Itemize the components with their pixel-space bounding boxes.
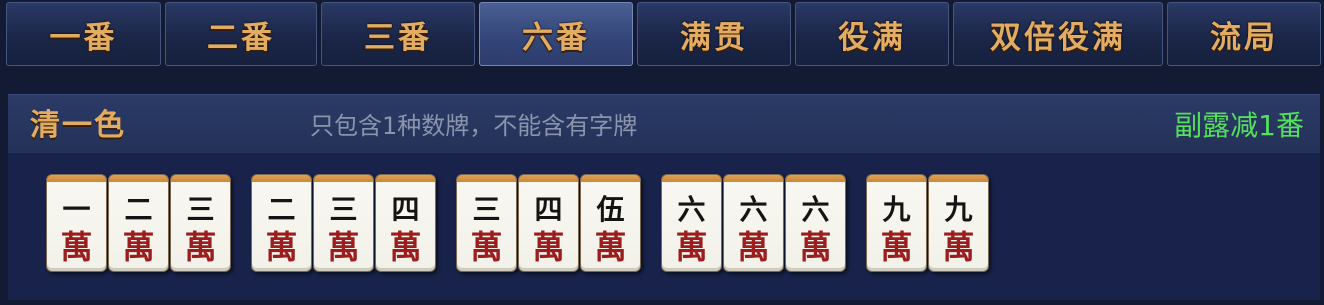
tile-suit: 萬 — [122, 228, 155, 266]
yaku-description: 只包含1种数牌，不能含有字牌 — [310, 112, 638, 140]
tile-number: 六 — [801, 193, 830, 226]
tile-number: 三 — [472, 193, 501, 226]
tile-suit: 萬 — [327, 228, 360, 266]
mahjong-tile: 九萬 — [866, 174, 927, 272]
tile-number: 伍 — [596, 193, 625, 226]
yaku-name: 清一色 — [30, 108, 126, 143]
mahjong-tile: 一萬 — [46, 174, 107, 272]
tile-suit: 萬 — [799, 228, 832, 266]
tile-number: 九 — [944, 193, 973, 226]
han-tab-bar: 一番 二番 三番 六番 满贯 役满 双倍役满 流局 — [0, 0, 1324, 70]
mahjong-tile: 四萬 — [375, 174, 436, 272]
tile-suit: 萬 — [265, 228, 298, 266]
tile-suit: 萬 — [594, 228, 627, 266]
tile-number: 二 — [267, 193, 296, 226]
tile-suit: 萬 — [389, 228, 422, 266]
tab-3-han[interactable]: 三番 — [321, 2, 475, 66]
yaku-card-header: 清一色 只包含1种数牌，不能含有字牌 副露减1番 — [8, 95, 1320, 153]
tile-suit: 萬 — [532, 228, 565, 266]
tile-number: 四 — [391, 193, 420, 226]
tile-suit: 萬 — [880, 228, 913, 266]
tile-number: 二 — [124, 193, 153, 226]
tab-2-han[interactable]: 二番 — [165, 2, 317, 66]
tab-1-han[interactable]: 一番 — [6, 2, 161, 66]
tile-suit: 萬 — [470, 228, 503, 266]
mahjong-tile: 二萬 — [108, 174, 169, 272]
mahjong-tile: 伍萬 — [580, 174, 641, 272]
mahjong-tile: 三萬 — [456, 174, 517, 272]
tile-number: 六 — [739, 193, 768, 226]
mahjong-tile: 九萬 — [928, 174, 989, 272]
tile-number: 四 — [534, 193, 563, 226]
tile-suit: 萬 — [675, 228, 708, 266]
mahjong-tile: 二萬 — [251, 174, 312, 272]
open-hand-penalty: 副露减1番 — [1174, 109, 1304, 142]
tile-number: 六 — [677, 193, 706, 226]
tab-6-han[interactable]: 六番 — [479, 2, 633, 66]
tab-double-yakuman[interactable]: 双倍役满 — [953, 2, 1163, 66]
mahjong-tile: 三萬 — [170, 174, 231, 272]
tab-yakuman[interactable]: 役满 — [795, 2, 949, 66]
tile-number: 三 — [186, 193, 215, 226]
tile-suit: 萬 — [942, 228, 975, 266]
tile-number: 一 — [62, 193, 91, 226]
tile-suit: 萬 — [60, 228, 93, 266]
mahjong-tile: 四萬 — [518, 174, 579, 272]
mahjong-tile: 三萬 — [313, 174, 374, 272]
tile-suit: 萬 — [184, 228, 217, 266]
mahjong-tile: 六萬 — [723, 174, 784, 272]
tile-suit: 萬 — [737, 228, 770, 266]
tile-number: 三 — [329, 193, 358, 226]
tab-draw[interactable]: 流局 — [1167, 2, 1321, 66]
tile-number: 九 — [882, 193, 911, 226]
mahjong-tile: 六萬 — [785, 174, 846, 272]
mahjong-tile: 六萬 — [661, 174, 722, 272]
tab-mangan[interactable]: 满贯 — [637, 2, 791, 66]
